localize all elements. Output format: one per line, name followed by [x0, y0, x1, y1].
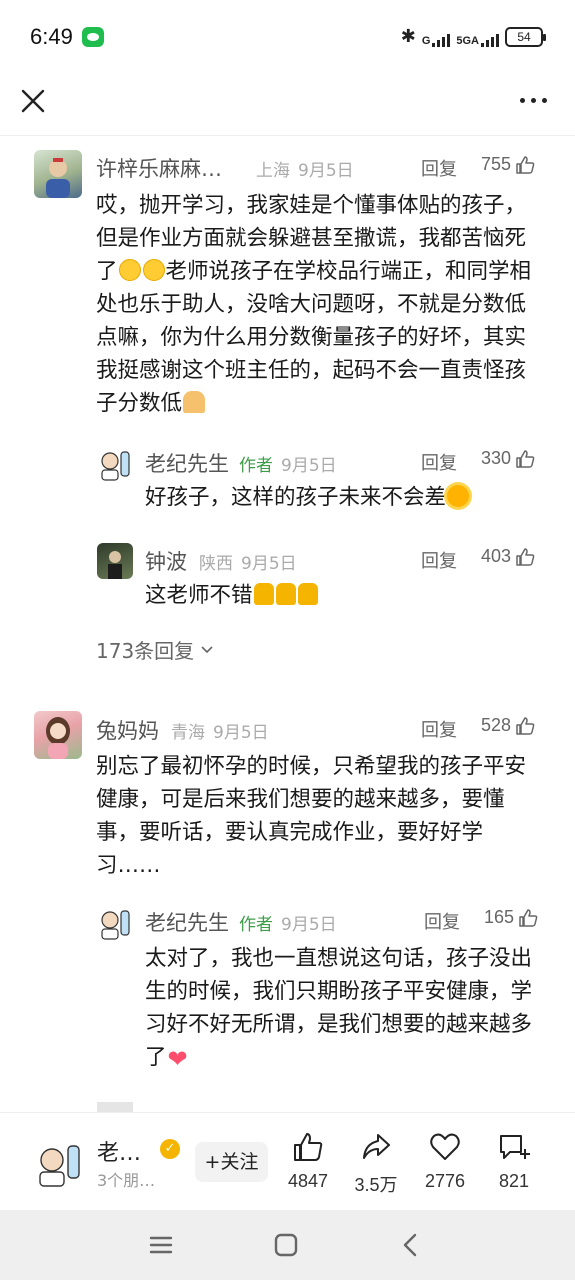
back-icon[interactable]	[396, 1230, 426, 1260]
comment-text: 哎，抛开学习，我家娃是个懂事体贴的孩子，但是作业方面就会躲避甚至撒谎，我都苦恼死…	[96, 193, 532, 416]
status-time: 6:49	[30, 24, 73, 49]
battery-icon: 54	[505, 26, 546, 47]
thumbs-up-icon	[519, 908, 538, 927]
like-button[interactable]: 755	[481, 154, 535, 175]
avatar[interactable]	[97, 543, 133, 579]
comment-date: 9月5日	[298, 160, 354, 181]
crying-emoji-icon	[142, 259, 165, 281]
favorite-count: 2776	[424, 1171, 466, 1191]
heart-emoji-icon: ❤	[167, 1045, 188, 1073]
bottom-action-bar: 老… ✓ 3个朋… +关注 4847 3.5万 2776 821	[0, 1112, 575, 1210]
comment-location: 陕西	[199, 553, 233, 574]
menu-icon[interactable]	[146, 1230, 176, 1260]
commenter-name[interactable]: 钟波	[145, 546, 187, 576]
reply-text: 这老师不错	[145, 579, 545, 612]
avatar[interactable]	[97, 905, 133, 941]
reply-meta: 老纪先生 作者 9月5日	[145, 448, 337, 478]
signal-bars-icon	[481, 31, 499, 47]
more-replies-link[interactable]: 173条回复	[96, 635, 214, 664]
like-count: 4847	[287, 1171, 329, 1191]
share-count: 3.5万	[354, 1175, 398, 1195]
wechat-icon	[82, 27, 104, 47]
comment-count: 821	[498, 1171, 530, 1191]
commenter-name[interactable]: 兔妈妈	[96, 715, 159, 745]
reply-meta: 老纪先生 作者 9月5日	[145, 907, 337, 937]
heart-icon	[430, 1133, 460, 1160]
praying-hands-emoji-icon	[183, 391, 206, 413]
comment-meta: 许梓乐麻麻… 上海 9月5日	[96, 153, 354, 183]
reply-text: 好孩子，这样的孩子未来不会差	[145, 481, 545, 514]
like-count: 755	[481, 154, 512, 174]
crying-emoji-icon	[118, 259, 141, 281]
comment-date: 9月5日	[281, 914, 337, 935]
favorite-action[interactable]: 2776	[410, 1131, 480, 1192]
comment-date: 9月5日	[241, 553, 297, 574]
thumbs-up-emoji-icon	[253, 583, 274, 605]
more-icon[interactable]	[520, 98, 547, 103]
thumbs-up-icon	[516, 155, 535, 174]
commenter-name[interactable]: 老纪先生	[145, 448, 229, 478]
next-reply-peek	[97, 1102, 547, 1112]
reply-button[interactable]: 回复	[421, 716, 457, 742]
comment-list[interactable]: 许梓乐麻麻… 上海 9月5日 回复 755 哎，抛开学习，我家娃是个懂事体贴的孩…	[0, 137, 575, 1112]
signal-1: G	[422, 27, 451, 47]
like-button[interactable]: 165	[484, 907, 538, 928]
author-badge: 作者	[239, 455, 273, 476]
author-badge: 作者	[239, 914, 273, 935]
author-subtitle: 3个朋…	[97, 1171, 156, 1190]
bluetooth-icon: ✱	[400, 26, 416, 46]
top-nav	[0, 78, 575, 136]
like-button[interactable]: 330	[481, 448, 535, 469]
author-avatar[interactable]	[32, 1138, 84, 1190]
share-icon	[363, 1134, 390, 1159]
commenter-name[interactable]: 老纪先生	[145, 907, 229, 937]
avatar[interactable]	[97, 446, 133, 482]
signal-bars-icon	[432, 31, 451, 47]
comment-date: 9月5日	[281, 455, 337, 476]
like-action[interactable]: 4847	[273, 1131, 343, 1192]
reply-button[interactable]: 回复	[424, 908, 460, 934]
reply-button[interactable]: 回复	[421, 155, 457, 181]
system-nav-bar	[0, 1210, 575, 1280]
reply-button[interactable]: 回复	[421, 449, 457, 475]
thumbs-up-icon	[516, 716, 535, 735]
reply-text: 太对了，我也一直想说这句话，孩子没出生的时候，我们只期盼孩子平安健康，学习好不好…	[145, 946, 533, 1073]
status-bar: 6:49 ✱ G 5GA 54	[0, 0, 575, 78]
thumbs-up-icon	[516, 449, 535, 468]
reply-meta: 钟波 陕西 9月5日	[145, 546, 297, 576]
signal-2: 5GA	[456, 27, 499, 47]
thumbs-up-emoji-icon	[297, 583, 318, 605]
thumbs-up-emoji-icon	[275, 583, 296, 605]
like-count: 330	[481, 448, 512, 468]
avatar[interactable]	[34, 150, 82, 198]
status-icons: ✱ G 5GA 54	[400, 26, 546, 47]
close-icon[interactable]	[20, 88, 46, 114]
like-count: 165	[484, 907, 515, 927]
reply-button[interactable]: 回复	[421, 547, 457, 573]
author-name[interactable]: 老…	[97, 1135, 141, 1167]
thumbs-up-icon	[516, 547, 535, 566]
comment-location: 上海	[256, 160, 290, 181]
comment-meta: 兔妈妈 青海 9月5日	[96, 715, 269, 745]
chevron-down-icon	[201, 645, 213, 653]
comment-text: 别忘了最初怀孕的时候，只希望我的孩子平安健康，可是后来我们想要的越来越多，要懂事…	[96, 754, 527, 878]
comment-location: 青海	[171, 722, 205, 743]
comment-action[interactable]: 821	[479, 1131, 549, 1192]
comment-date: 9月5日	[213, 722, 269, 743]
verified-badge-icon: ✓	[160, 1139, 180, 1159]
like-count: 528	[481, 715, 512, 735]
like-button[interactable]: 528	[481, 715, 535, 736]
sun-emoji-icon	[447, 485, 470, 507]
follow-button[interactable]: +关注	[195, 1142, 268, 1182]
comment-add-icon	[500, 1135, 530, 1159]
thumbs-up-icon	[294, 1133, 323, 1161]
commenter-name[interactable]: 许梓乐麻麻…	[96, 153, 222, 183]
home-icon[interactable]	[271, 1230, 301, 1260]
like-count: 403	[481, 546, 512, 566]
share-action[interactable]: 3.5万	[341, 1131, 411, 1197]
like-button[interactable]: 403	[481, 546, 535, 567]
avatar[interactable]	[34, 711, 82, 759]
